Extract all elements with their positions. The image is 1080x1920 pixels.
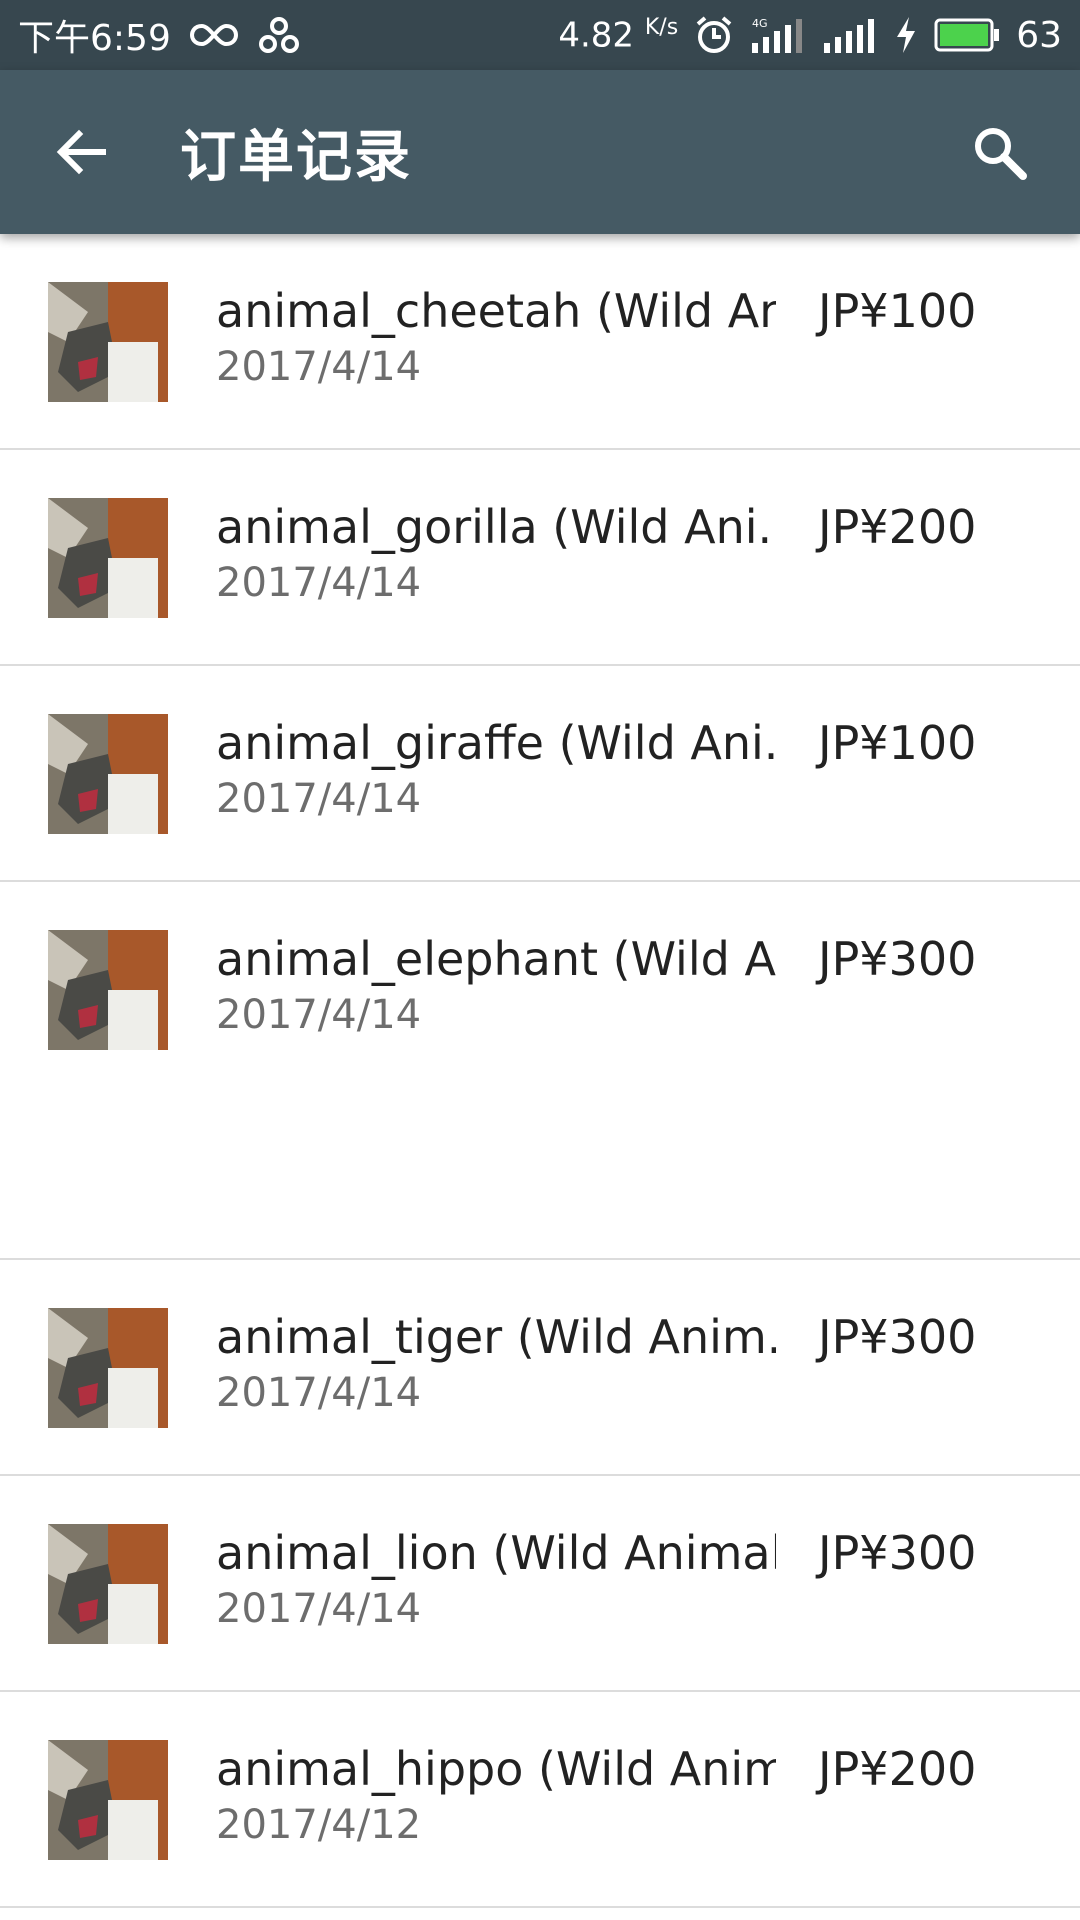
order-row[interactable]: animal_elephant (Wild A.. 2017/4/14 JP¥3… [0, 882, 1080, 1260]
search-button[interactable] [958, 111, 1040, 193]
order-list: animal_cheetah (Wild An.. 2017/4/14 JP¥1… [0, 234, 1080, 1908]
app-thumbnail [48, 930, 168, 1050]
status-time: 下午6:59 [18, 18, 171, 59]
alarm-icon [694, 15, 734, 55]
app-bar: 订单记录 [0, 70, 1080, 234]
app-thumbnail [48, 1308, 168, 1428]
order-price: JP¥300 [818, 1526, 977, 1580]
order-price: JP¥300 [818, 1310, 977, 1364]
charging-icon [894, 15, 918, 55]
signal-icon [822, 15, 878, 55]
order-date: 2017/4/14 [216, 776, 422, 822]
network-type-label: 4G [752, 17, 768, 30]
network-speed-value: 4.82 [558, 15, 635, 56]
order-name: animal_gorilla (Wild Ani.. [216, 500, 776, 554]
order-name: animal_elephant (Wild A.. [216, 932, 776, 986]
order-row[interactable]: animal_hippo (Wild Anim.. 2017/4/12 JP¥2… [0, 1692, 1080, 1908]
order-row[interactable]: animal_lion (Wild Animal.. 2017/4/14 JP¥… [0, 1476, 1080, 1692]
order-name: animal_hippo (Wild Anim.. [216, 1742, 776, 1796]
app-thumbnail [48, 1524, 168, 1644]
signal-4g-icon: 4G [750, 15, 806, 55]
app-thumbnail [48, 282, 168, 402]
app-thumbnail [48, 498, 168, 618]
order-date: 2017/4/12 [216, 1802, 422, 1848]
order-price: JP¥100 [818, 716, 977, 770]
order-date: 2017/4/14 [216, 344, 422, 390]
battery-level: 63 [1016, 14, 1062, 56]
page-title: 订单记录 [180, 124, 412, 190]
order-row[interactable]: animal_giraffe (Wild Ani.. 2017/4/14 JP¥… [0, 666, 1080, 882]
order-price: JP¥300 [818, 932, 977, 986]
status-bar: 下午6:59 4.82 K/s 4G 63 [0, 0, 1080, 70]
network-speed: 4.82 K/s [558, 15, 678, 55]
network-speed-unit: K/s [644, 14, 679, 40]
app-notification-icon [257, 15, 301, 55]
order-row[interactable]: animal_gorilla (Wild Ani.. 2017/4/14 JP¥… [0, 450, 1080, 666]
order-row[interactable]: animal_cheetah (Wild An.. 2017/4/14 JP¥1… [0, 234, 1080, 450]
order-name: animal_cheetah (Wild An.. [216, 284, 776, 338]
infinity-icon [189, 21, 239, 49]
order-name: animal_tiger (Wild Anim.. [216, 1310, 776, 1364]
order-row[interactable]: animal_tiger (Wild Anim.. 2017/4/14 JP¥3… [0, 1260, 1080, 1476]
search-icon [975, 128, 1027, 180]
battery-icon [934, 18, 1000, 52]
app-thumbnail [48, 1740, 168, 1860]
order-date: 2017/4/14 [216, 560, 422, 606]
order-date: 2017/4/14 [216, 992, 422, 1038]
order-date: 2017/4/14 [216, 1586, 422, 1632]
order-price: JP¥200 [818, 1742, 977, 1796]
arrow-left-icon [56, 129, 106, 175]
order-name: animal_lion (Wild Animal.. [216, 1526, 776, 1580]
app-thumbnail [48, 714, 168, 834]
back-button[interactable] [40, 111, 122, 193]
order-price: JP¥200 [818, 500, 977, 554]
order-date: 2017/4/14 [216, 1370, 422, 1416]
order-price: JP¥100 [818, 284, 977, 338]
order-name: animal_giraffe (Wild Ani.. [216, 716, 776, 770]
